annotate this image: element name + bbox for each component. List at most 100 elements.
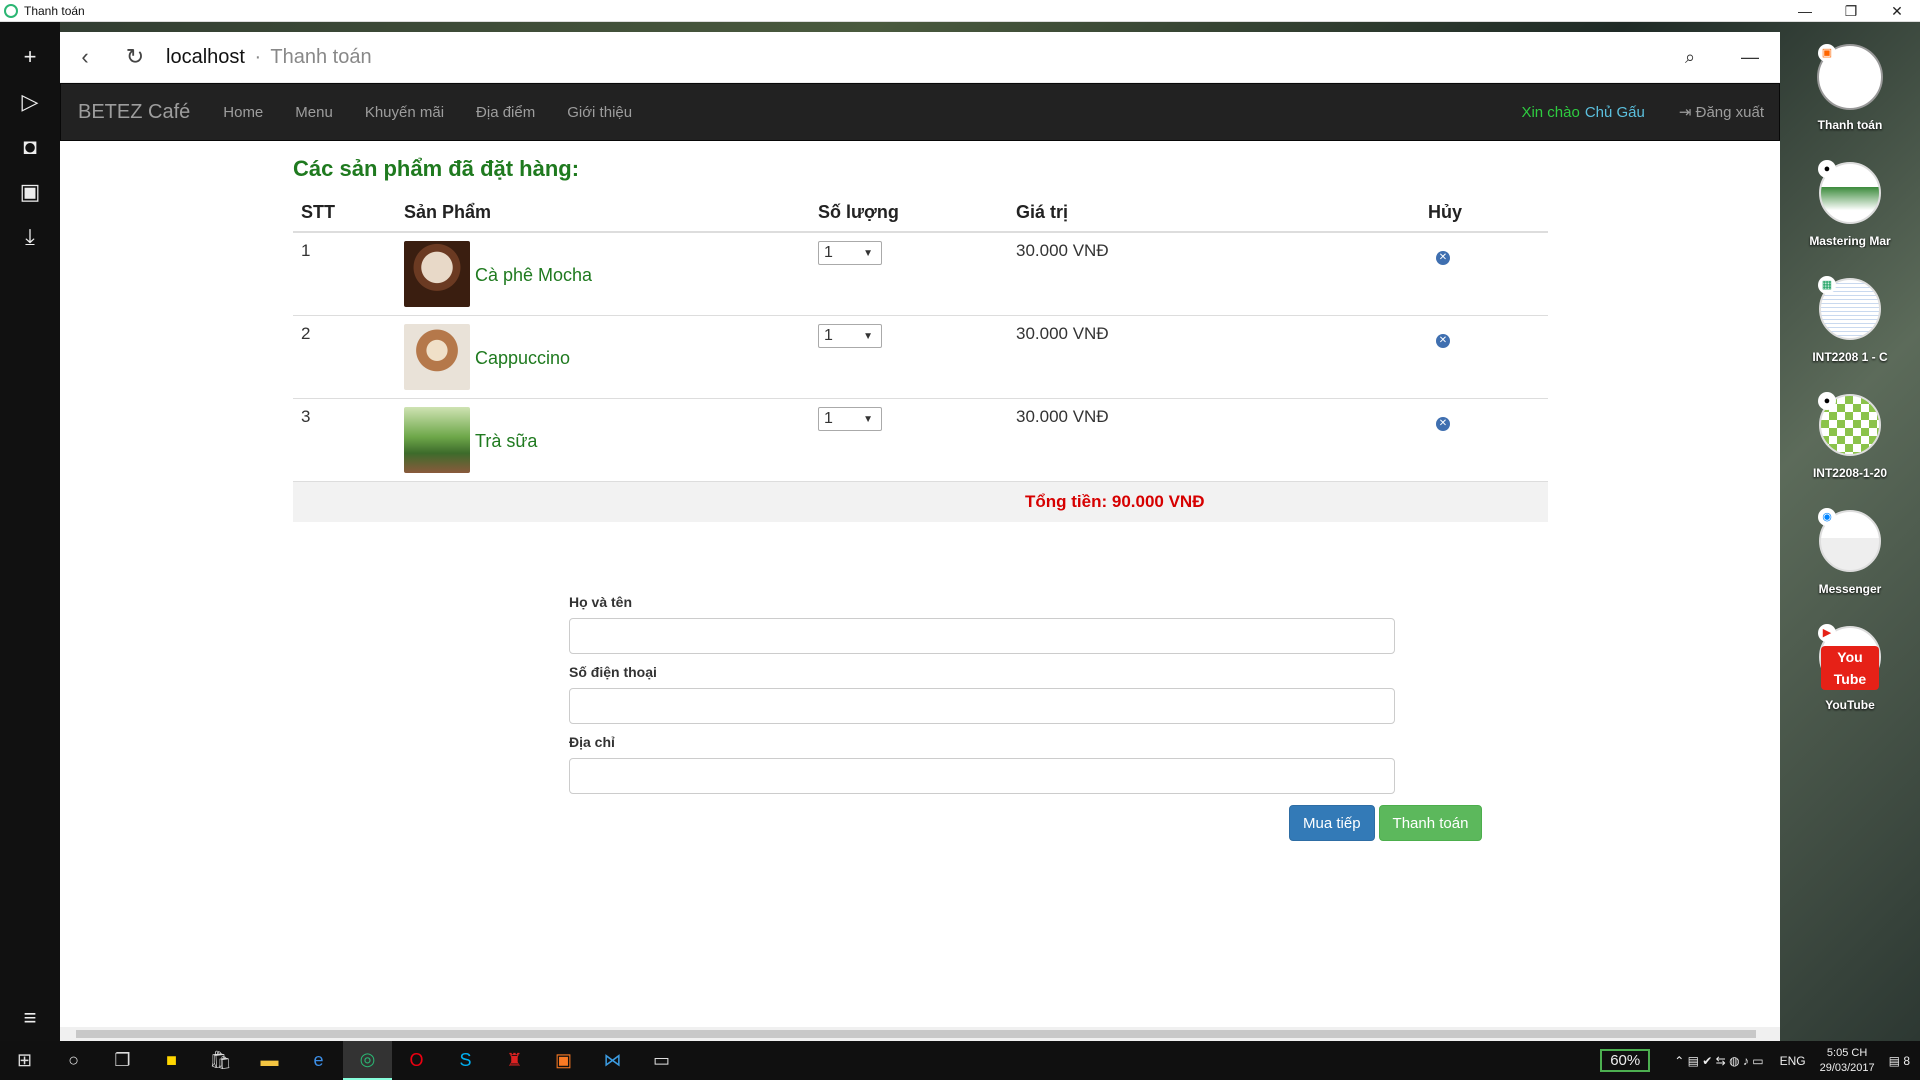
language-indicator[interactable]: ENG [1780, 1054, 1806, 1068]
product-image[interactable] [404, 324, 470, 390]
product-name[interactable]: Cà phê Mocha [475, 265, 592, 286]
row-cancel: ✕ [1420, 231, 1548, 316]
row-quantity: 1 ▼ [810, 231, 1008, 316]
messenger-icon: ◉ [1818, 508, 1836, 526]
vscode-icon[interactable]: ⋈ [588, 1041, 637, 1080]
nav-about[interactable]: Giới thiệu [551, 104, 648, 121]
shelf-tab-checkout[interactable]: ▣ Thanh toán [1780, 44, 1920, 132]
quantity-value: 1 [824, 244, 833, 261]
horizontal-scrollbar[interactable] [60, 1027, 1780, 1041]
col-quantity: Số lượng [810, 194, 1008, 233]
quantity-select[interactable]: 1 ▼ [818, 324, 882, 348]
phone-input[interactable] [569, 688, 1395, 724]
terminal-icon[interactable]: ▭ [637, 1041, 686, 1080]
windows-start-icon[interactable]: ⊞ [0, 1041, 49, 1080]
row-product: Trà sữa [396, 398, 810, 482]
shelf-tab-youtube[interactable]: You Tube ▶ YouTube [1780, 624, 1920, 712]
shelf-label: YouTube [1825, 698, 1875, 712]
row-price: 30.000 VNĐ [1008, 315, 1420, 399]
minimize-button[interactable]: — [1782, 0, 1828, 22]
cortana-icon[interactable]: ○ [49, 1041, 98, 1080]
total-amount: Tổng tiền: 90.000 VNĐ [1025, 492, 1205, 511]
github-icon: ● [1818, 392, 1836, 410]
logout-label: Đăng xuất [1695, 104, 1764, 121]
shelf-tab-int2208-sheet[interactable]: ▦ INT2208 1 - C [1780, 276, 1920, 364]
quantity-select[interactable]: 1 ▼ [818, 241, 882, 265]
window-title: Thanh toán [24, 3, 85, 18]
restore-button[interactable]: ❐ [1828, 0, 1874, 22]
address-input[interactable] [569, 758, 1395, 794]
download-icon[interactable]: ⤓ [0, 214, 60, 259]
quantity-select[interactable]: 1 ▼ [818, 407, 882, 431]
row-price: 30.000 VNĐ [1008, 231, 1420, 316]
address-bar[interactable]: localhost · Thanh toán [166, 46, 372, 69]
notification-icon[interactable]: ▤ 8 [1889, 1054, 1910, 1068]
opera-icon[interactable]: O [392, 1041, 441, 1080]
remove-icon[interactable]: ✕ [1436, 251, 1450, 265]
camera-icon[interactable]: ◘ [0, 124, 60, 169]
name-label: Họ và tên [569, 594, 633, 610]
back-icon[interactable]: ‹ [60, 44, 110, 70]
product-image[interactable] [404, 241, 470, 307]
nav-home[interactable]: Home [207, 104, 279, 121]
shelf-label: INT2208 1 - C [1812, 350, 1888, 364]
store-icon[interactable]: 🛍 [196, 1041, 245, 1080]
file-explorer-icon[interactable]: ▬ [245, 1041, 294, 1080]
plus-icon[interactable]: + [0, 34, 60, 79]
clock-date: 29/03/2017 [1819, 1061, 1875, 1074]
minimize-icon[interactable]: — [1720, 47, 1780, 68]
brand-link[interactable]: BETEZ Café [61, 101, 207, 124]
logout-link[interactable]: ⇥ Đăng xuất [1679, 103, 1764, 121]
phone-label: Số điện thoại [569, 664, 657, 680]
product-name[interactable]: Trà sữa [475, 431, 537, 452]
remove-icon[interactable]: ✕ [1436, 417, 1450, 431]
task-view-icon[interactable]: ❐ [98, 1041, 147, 1080]
close-button[interactable]: ✕ [1874, 0, 1920, 22]
shelf-tab-int2208-github[interactable]: ● INT2208-1-20 [1780, 392, 1920, 480]
search-icon[interactable]: ⌕ [1660, 47, 1720, 68]
total-row: Tổng tiền: 90.000 VNĐ [293, 481, 1548, 522]
sheets-icon: ▦ [1818, 276, 1836, 294]
taskbar: ⊞ ○ ❐ ■ 🛍 ▬ e ◎ O S ♜ ▣ ⋈ ▭ 60% ⌃ ▤ ✔ ⇆ … [0, 1041, 1920, 1080]
checkout-button[interactable]: Thanh toán [1378, 805, 1483, 841]
edge-icon[interactable]: e [294, 1041, 343, 1080]
name-input[interactable] [569, 618, 1395, 654]
menu-icon[interactable]: ≡ [0, 1005, 60, 1031]
product-name[interactable]: Cappuccino [475, 348, 570, 369]
github-icon: ● [1818, 160, 1836, 178]
col-value: Giá trị [1008, 194, 1420, 233]
nav-locations[interactable]: Địa điểm [460, 104, 551, 121]
skype-icon[interactable]: S [441, 1041, 490, 1080]
url-separator: · [254, 45, 262, 68]
scrollbar-thumb[interactable] [76, 1030, 1756, 1038]
continue-shopping-button[interactable]: Mua tiếp [1289, 805, 1375, 841]
xampp-icon[interactable]: ▣ [539, 1041, 588, 1080]
site-navbar: BETEZ Café Home Menu Khuyến mãi Địa điểm… [60, 83, 1780, 141]
remove-icon[interactable]: ✕ [1436, 334, 1450, 348]
quantity-value: 1 [824, 327, 833, 344]
play-icon[interactable]: ▷ [0, 79, 60, 124]
url-host: localhost [166, 45, 245, 68]
app-icon[interactable]: ♜ [490, 1041, 539, 1080]
youtube-logo: You Tube [1821, 646, 1879, 690]
row-price: 30.000 VNĐ [1008, 398, 1420, 482]
caret-down-icon: ▼ [863, 330, 873, 342]
battery-indicator[interactable]: 60% [1600, 1049, 1651, 1072]
tray-icons[interactable]: ⌃ ▤ ✔ ⇆ ◍ ♪ ▭ [1674, 1054, 1763, 1068]
nav-menu[interactable]: Menu [279, 104, 349, 121]
reload-icon[interactable]: ↻ [110, 44, 160, 70]
system-tray: 60% ⌃ ▤ ✔ ⇆ ◍ ♪ ▭ ENG 5:05 CH 29/03/2017… [1600, 1046, 1920, 1076]
product-image[interactable] [404, 407, 470, 473]
app-icon [4, 3, 18, 18]
row-cancel: ✕ [1420, 315, 1548, 399]
browser-app-icon[interactable]: ◎ [343, 1041, 392, 1080]
shelf-tab-mastering[interactable]: ● Mastering Mar [1780, 160, 1920, 248]
checkout-form: Họ và tên Số điện thoại Địa chỉ [569, 594, 1395, 804]
image-icon[interactable]: ▣ [0, 169, 60, 214]
nav-promotions[interactable]: Khuyến mãi [349, 104, 460, 121]
clock[interactable]: 5:05 CH 29/03/2017 [1820, 1046, 1875, 1076]
url-page-title: Thanh toán [270, 45, 372, 68]
shelf-tab-messenger[interactable]: ◉ Messenger [1780, 508, 1920, 596]
username-link[interactable]: Chủ Gấu [1585, 104, 1645, 121]
sticky-notes-icon[interactable]: ■ [147, 1041, 196, 1080]
